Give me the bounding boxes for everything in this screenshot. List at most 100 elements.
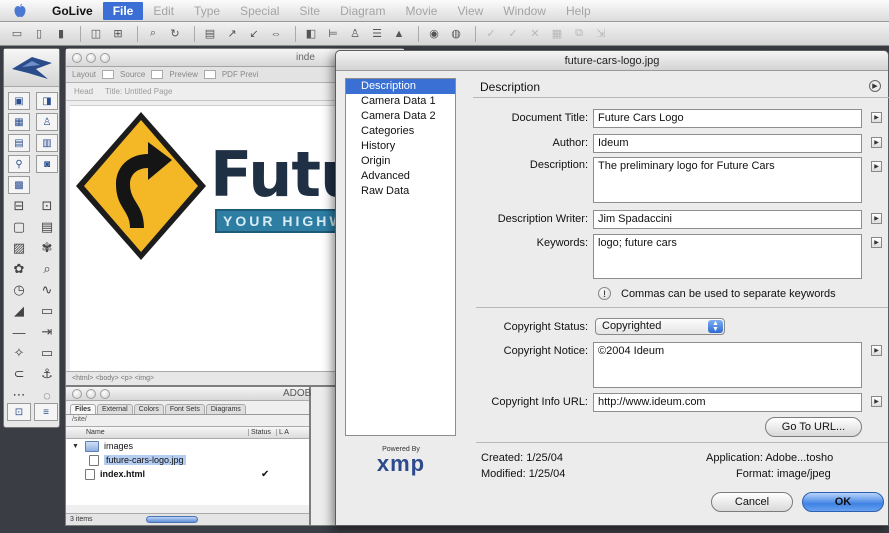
keywords-menu-icon[interactable]: ▶ <box>871 237 882 248</box>
more-icon[interactable]: ⋯ <box>8 386 30 404</box>
menu-special[interactable]: Special <box>230 2 289 20</box>
menu-help[interactable]: Help <box>556 2 601 20</box>
description-writer-menu-icon[interactable]: ▶ <box>871 213 882 224</box>
align-icon[interactable]: ⊨ <box>324 26 342 42</box>
category-description[interactable]: Description <box>346 79 455 94</box>
stop-icon[interactable]: ✕ <box>526 26 544 42</box>
list-item[interactable]: index.html ✔ <box>66 467 309 481</box>
link-object-icon[interactable]: ⊂ <box>8 365 30 383</box>
list-item[interactable]: ▼ images <box>66 439 309 453</box>
preview-tab-icon[interactable] <box>203 70 216 79</box>
menu-movie[interactable]: Movie <box>395 2 447 20</box>
horizontal-line-icon[interactable]: — <box>8 323 30 341</box>
check-all-icon[interactable]: ✓ <box>504 26 522 42</box>
site-titlebar[interactable] <box>66 387 309 401</box>
page-title-field[interactable]: Title: Untitled Page <box>105 87 172 96</box>
zoom-window-icon[interactable] <box>100 52 110 63</box>
zoom-icon[interactable]: ⌕ <box>144 26 162 42</box>
svg-icon[interactable]: ∿ <box>36 281 58 299</box>
list-item[interactable]: future-cars-logo.jpg <box>66 453 309 467</box>
tab-files[interactable]: Files <box>70 404 96 414</box>
save-icon[interactable]: ▮ <box>52 26 70 42</box>
check-icon[interactable]: ✓ <box>482 26 500 42</box>
palette-smart-icon[interactable]: ◨ <box>36 92 58 110</box>
category-camera-data-2[interactable]: Camera Data 2 <box>346 109 455 124</box>
tab-external[interactable]: External <box>96 404 133 414</box>
layout-icon[interactable]: ◫ <box>87 26 105 42</box>
description-field[interactable]: The preliminary logo for Future Cars <box>593 157 862 203</box>
ok-button[interactable]: OK <box>802 492 884 512</box>
category-origin[interactable]: Origin <box>346 154 455 169</box>
category-history[interactable]: History <box>346 139 455 154</box>
category-advanced[interactable]: Advanced <box>346 169 455 184</box>
unlink-icon[interactable]: ↙ <box>245 26 263 42</box>
person-icon[interactable]: ♙ <box>346 26 364 42</box>
document-title-menu-icon[interactable]: ▶ <box>871 112 882 123</box>
new-page-icon[interactable]: ▭ <box>8 26 26 42</box>
arrows-icon[interactable]: ⇔ <box>267 26 285 42</box>
category-camera-data-1[interactable]: Camera Data 1 <box>346 94 455 109</box>
tab-preview[interactable]: Preview <box>169 70 197 79</box>
warning-icon[interactable]: ▲ <box>390 26 408 42</box>
browser-icon[interactable]: ◍ <box>447 26 465 42</box>
menu-view[interactable]: View <box>447 2 493 20</box>
marquee-icon[interactable]: ▭ <box>36 344 58 362</box>
description-writer-field[interactable]: Jim Spadaccini <box>593 210 862 229</box>
zoom-window-icon[interactable] <box>100 388 110 399</box>
palette-library-icon[interactable]: ▩ <box>8 176 30 194</box>
plugin-icon[interactable]: ✾ <box>36 239 58 257</box>
pages-icon[interactable]: ▦ <box>548 26 566 42</box>
site-icon[interactable]: ◉ <box>425 26 443 42</box>
tag-icon[interactable]: ◌ <box>36 386 58 404</box>
source-tab-icon[interactable] <box>151 70 164 79</box>
palette-site-icon[interactable]: ▤ <box>8 134 30 152</box>
table-icon[interactable]: ▤ <box>201 26 219 42</box>
anchor-icon[interactable]: ⚓ <box>36 365 58 383</box>
copyright-status-select[interactable]: Copyrighted ▲ ▼ <box>595 318 725 335</box>
embed-icon[interactable]: ▭ <box>36 302 58 320</box>
copyright-url-field[interactable]: http://www.ideum.com <box>593 393 862 412</box>
copyright-notice-field[interactable]: ©2004 Ideum <box>593 342 862 388</box>
list-icon[interactable]: ☰ <box>368 26 386 42</box>
comment-icon[interactable]: ✧ <box>8 344 30 362</box>
description-menu-icon[interactable]: ▶ <box>871 161 882 172</box>
floating-box-icon[interactable]: ▢ <box>8 218 30 236</box>
go-to-url-button[interactable]: Go To URL... <box>765 417 862 437</box>
layout-text-box-icon[interactable]: ⊡ <box>36 197 58 215</box>
eraser-icon[interactable]: ◢ <box>8 302 30 320</box>
close-icon[interactable] <box>72 388 82 399</box>
minimize-icon[interactable] <box>86 388 96 399</box>
column-name[interactable]: Name <box>66 429 248 436</box>
panel-menu-icon[interactable]: ▶ <box>869 80 881 92</box>
tab-colors[interactable]: Colors <box>133 404 164 414</box>
cancel-button[interactable]: Cancel <box>711 492 793 512</box>
palette-qt-icon[interactable]: ⚲ <box>8 155 30 173</box>
palette-toggle-icon[interactable]: ⊡ <box>7 403 31 421</box>
menu-edit[interactable]: Edit <box>143 2 184 20</box>
column-status[interactable]: Status <box>248 429 276 436</box>
layout-tab-icon[interactable] <box>102 70 115 79</box>
export-icon[interactable]: ⇲ <box>592 26 610 42</box>
category-categories[interactable]: Categories <box>346 124 455 139</box>
layout-grid-icon[interactable]: ⊟ <box>8 197 30 215</box>
tab-font-sets[interactable]: Font Sets <box>164 404 205 414</box>
apple-menu-icon[interactable] <box>10 2 28 20</box>
head-toggle[interactable]: Head <box>74 87 93 96</box>
copyright-url-menu-icon[interactable]: ▶ <box>871 396 882 407</box>
menu-type[interactable]: Type <box>184 2 230 20</box>
menu-diagram[interactable]: Diagram <box>330 2 395 20</box>
swf-icon[interactable]: ✿ <box>8 260 30 278</box>
document-title-field[interactable]: Future Cars Logo <box>593 109 862 128</box>
palette-head-icon[interactable]: ♙ <box>36 113 58 131</box>
category-raw-data[interactable]: Raw Data <box>346 184 455 199</box>
copy-icon[interactable]: ⧉ <box>570 26 588 42</box>
minimize-icon[interactable] <box>86 52 96 63</box>
link-icon[interactable]: ↗ <box>223 26 241 42</box>
search-object-icon[interactable]: ⌕ <box>36 260 58 278</box>
refresh-icon[interactable]: ↻ <box>166 26 184 42</box>
author-menu-icon[interactable]: ▶ <box>871 137 882 148</box>
open-icon[interactable]: ▯ <box>30 26 48 42</box>
menu-app-golive[interactable]: GoLive <box>42 2 103 20</box>
image-object-icon[interactable]: ▨ <box>8 239 30 257</box>
tab-pdf-preview[interactable]: PDF Previ <box>222 70 258 79</box>
